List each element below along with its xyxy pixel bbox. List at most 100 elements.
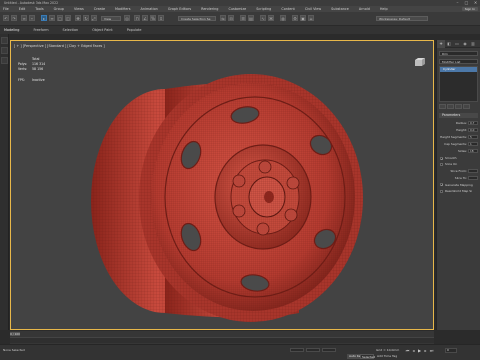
time-slider[interactable]: 0 / 100: [10, 332, 20, 336]
viewcube-icon[interactable]: [413, 57, 427, 68]
next-frame-icon[interactable]: ▸: [423, 348, 428, 353]
align-icon[interactable]: ⊟: [228, 15, 234, 21]
play-icon[interactable]: ▶: [417, 348, 422, 353]
menu-edit[interactable]: Edit: [19, 7, 26, 11]
menu-modifiers[interactable]: Modifiers: [115, 7, 130, 11]
rendered-frame-icon[interactable]: ▣: [300, 15, 306, 21]
viewport-label-menu[interactable]: [ + ] [Perspective ] [Standard ] [Clay +…: [14, 44, 105, 48]
select-object-icon[interactable]: ▸: [41, 15, 47, 21]
rotate-icon[interactable]: ↻: [83, 15, 89, 21]
menu-customize[interactable]: Customize: [228, 7, 246, 11]
link-icon[interactable]: ∞: [21, 15, 27, 21]
menu-animation[interactable]: Animation: [141, 7, 158, 11]
slice-to-value[interactable]: [468, 176, 478, 181]
param-height-value[interactable]: 0,0: [468, 127, 478, 132]
layout-split-icon[interactable]: [1, 57, 8, 64]
param-height-segments-label: Height Segments:: [440, 135, 467, 140]
render-setup-icon[interactable]: ⚙: [292, 15, 298, 21]
mirror-icon[interactable]: ⇋: [220, 15, 226, 21]
ribbon-tab-modeling[interactable]: Modeling: [4, 28, 19, 32]
param-height-segments-value[interactable]: 5: [468, 135, 478, 140]
sign-in-button[interactable]: Sign In: [461, 7, 478, 11]
workspaces-dropdown[interactable]: Workspaces: Default: [376, 16, 428, 21]
go-to-start-icon[interactable]: ⏮: [405, 348, 410, 353]
menu-help[interactable]: Help: [380, 7, 388, 11]
parameters-rollout[interactable]: Parameters: [439, 113, 478, 118]
key-filter-dropdown[interactable]: Selected: [360, 354, 375, 359]
track-bar[interactable]: [10, 337, 434, 343]
named-selection-dropdown[interactable]: Create Selection Se: [178, 16, 216, 21]
menu-graph-editors[interactable]: Graph Editors: [168, 7, 191, 11]
generate-mapping-checkbox[interactable]: ✓ Generate Mapping: [440, 183, 478, 187]
menu-content[interactable]: Content: [281, 7, 295, 11]
pin-stack-icon[interactable]: [439, 104, 446, 109]
menu-scripting[interactable]: Scripting: [256, 7, 271, 11]
show-end-result-icon[interactable]: [447, 104, 454, 109]
material-editor-icon[interactable]: ◍: [280, 15, 286, 21]
rectangular-selection-icon[interactable]: □: [57, 15, 63, 21]
menu-file[interactable]: File: [3, 7, 9, 11]
remove-modifier-icon[interactable]: [463, 104, 470, 109]
spinner-snap-icon[interactable]: ⇕: [158, 15, 164, 21]
smooth-checkbox[interactable]: ✓ Smooth: [440, 156, 478, 160]
percent-snap-icon[interactable]: %: [150, 15, 156, 21]
undo-icon[interactable]: ↶: [3, 15, 9, 21]
scale-icon[interactable]: ⤢: [91, 15, 97, 21]
param-radius: Radius: 0,7: [439, 120, 478, 125]
snap-toggle-icon[interactable]: ⊓: [134, 15, 140, 21]
create-tab-icon[interactable]: +: [437, 40, 445, 48]
perspective-viewport[interactable]: [ + ] [Perspective ] [Standard ] [Clay +…: [10, 40, 434, 330]
menu-views[interactable]: Views: [74, 7, 84, 11]
motion-tab-icon[interactable]: ◉: [461, 40, 469, 48]
curve-editor-icon[interactable]: ∿: [260, 15, 266, 21]
window-crossing-icon[interactable]: ◫: [65, 15, 71, 21]
layout-quad-icon[interactable]: [1, 47, 8, 54]
menu-tools[interactable]: Tools: [35, 7, 43, 11]
scene-explorer-icon[interactable]: ☰: [240, 15, 246, 21]
z-coordinate-field[interactable]: [322, 348, 336, 352]
modify-tab-icon[interactable]: ◧: [445, 40, 453, 48]
reference-coordinate-dropdown[interactable]: View: [101, 16, 121, 21]
menu-arnold[interactable]: Arnold: [359, 7, 370, 11]
layer-explorer-icon[interactable]: ▤: [248, 15, 254, 21]
stack-item-cylinder[interactable]: Cylinder: [440, 67, 477, 72]
menu-group[interactable]: Group: [54, 7, 64, 11]
layout-single-icon[interactable]: [1, 37, 8, 44]
slice-from-value[interactable]: [468, 169, 478, 173]
ribbon-tab-object-paint[interactable]: Object Paint: [92, 28, 113, 32]
ribbon-tab-populate[interactable]: Populate: [127, 28, 142, 32]
viewport-layout-tab: [0, 34, 9, 330]
ribbon-tab-freeform[interactable]: Freeform: [33, 28, 48, 32]
schematic-view-icon[interactable]: ⌘: [268, 15, 274, 21]
param-cap-segments-value[interactable]: 1: [468, 142, 478, 147]
modifier-stack[interactable]: Cylinder: [439, 66, 478, 102]
select-by-name-icon[interactable]: ≡: [49, 15, 55, 21]
hierarchy-tab-icon[interactable]: ▭: [453, 40, 461, 48]
menu-create[interactable]: Create: [94, 7, 105, 11]
ribbon-tab-selection[interactable]: Selection: [63, 28, 79, 32]
param-radius-value[interactable]: 0,7: [468, 120, 478, 125]
slice-on-checkbox[interactable]: Slice On: [440, 162, 478, 166]
menu-rendering[interactable]: Rendering: [201, 7, 218, 11]
render-icon[interactable]: ☕: [308, 15, 314, 21]
x-coordinate-field[interactable]: [290, 348, 304, 352]
object-name-field[interactable]: Rim: [439, 51, 478, 56]
add-time-tag[interactable]: Add Time Tag: [377, 354, 397, 359]
go-to-end-icon[interactable]: ⏭: [429, 348, 434, 353]
make-unique-icon[interactable]: [455, 104, 462, 109]
angle-snap-icon[interactable]: ∠: [142, 15, 148, 21]
display-tab-icon[interactable]: ▥: [469, 40, 477, 48]
redo-icon[interactable]: ↷: [11, 15, 17, 21]
move-icon[interactable]: ✥: [75, 15, 81, 21]
previous-frame-icon[interactable]: ◂: [411, 348, 416, 353]
modifier-list-dropdown[interactable]: Modifier List: [439, 59, 478, 64]
wheel-rim-model[interactable]: [69, 51, 369, 323]
pivot-center-icon[interactable]: ◎: [124, 15, 130, 21]
menu-civil-view[interactable]: Civil View: [305, 7, 321, 11]
unlink-icon[interactable]: ⌁: [29, 15, 35, 21]
current-frame-field[interactable]: 0: [445, 348, 457, 353]
y-coordinate-field[interactable]: [306, 348, 320, 352]
param-sides-value[interactable]: 18: [468, 149, 478, 154]
real-world-map-checkbox[interactable]: Real-World Map Si: [440, 189, 478, 193]
menu-substance[interactable]: Substance: [331, 7, 349, 11]
